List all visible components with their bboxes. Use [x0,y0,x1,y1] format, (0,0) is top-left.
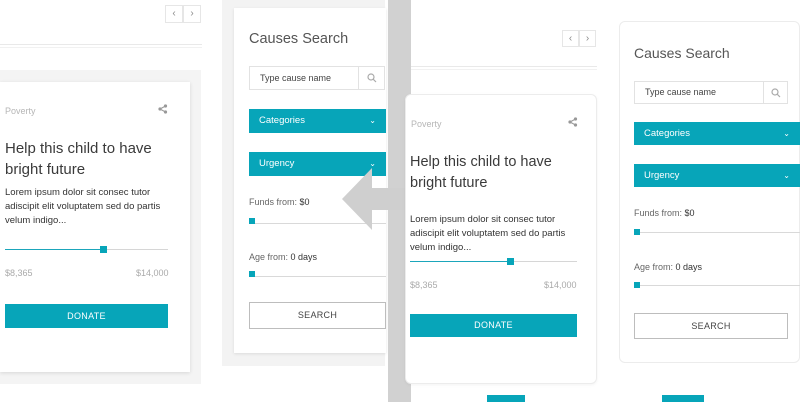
goal-amount: $14,000 [136,268,169,278]
share-icon[interactable] [568,117,578,130]
cause-description: Lorem ipsum dolor sit consec tutor adisc… [410,214,566,253]
section-divider [0,44,202,45]
carousel-nav-right: ‹ › [562,30,596,47]
search-button[interactable]: SEARCH [249,302,386,329]
funds-value: $0 [299,197,310,207]
section-divider [411,66,597,67]
categories-label: Categories [259,115,305,126]
prev-arrow-button[interactable]: ‹ [562,30,579,47]
cause-description: Lorem ipsum dolor sit consec tutor adisc… [5,187,161,226]
funds-label-text: Funds from: [634,208,683,218]
section-divider-shadow [0,47,202,48]
urgency-dropdown[interactable]: Urgency ⌄ [634,164,800,187]
share-icon[interactable] [158,104,168,117]
chevron-down-icon: ⌄ [783,171,790,180]
age-filter-label: Age from: 0 days [249,252,317,262]
search-icon[interactable] [358,67,384,89]
donate-button[interactable]: DONATE [410,314,577,337]
prev-arrow-button[interactable]: ‹ [165,5,183,23]
chevron-down-icon: ⌄ [369,116,376,125]
search-button[interactable]: SEARCH [634,313,788,339]
funds-slider-handle[interactable] [634,229,640,235]
age-value: 0 days [675,262,703,272]
urgency-label: Urgency [259,158,295,169]
section-divider-shadow [411,69,597,70]
funds-slider-handle[interactable] [249,218,255,224]
age-slider-handle[interactable] [634,282,640,288]
search-placeholder: Type cause name [645,87,717,97]
age-slider-handle[interactable] [249,271,255,277]
progress-knob [507,258,515,265]
search-panel: Causes Search Type cause name Categories… [619,21,800,363]
funding-progress-bar [5,246,168,253]
categories-dropdown[interactable]: Categories ⌄ [634,122,800,145]
age-filter-label: Age from: 0 days [634,262,702,272]
funds-label-text: Funds from: [249,197,298,207]
cause-card-zoomed: Poverty Help this child to have bright f… [0,82,190,372]
funds-value: $0 [684,208,695,218]
cause-search-input[interactable]: Type cause name [249,66,385,90]
cause-card: Poverty Help this child to have bright f… [405,94,597,384]
age-slider-track[interactable] [634,285,800,286]
goal-amount: $14,000 [544,280,577,290]
cause-title[interactable]: Help this child to have bright future [5,138,175,180]
progress-knob [99,246,107,253]
footer-decoration [487,395,525,402]
age-slider-track[interactable] [249,276,386,277]
footer-decoration [662,395,704,402]
search-panel-title: Causes Search [634,45,730,61]
carousel-nav-left: ‹ › [165,5,201,23]
categories-dropdown[interactable]: Categories ⌄ [249,109,386,133]
raised-amount: $8,365 [5,268,33,278]
urgency-label: Urgency [644,170,680,181]
cause-category: Poverty [5,106,36,116]
funding-progress-bar [410,258,577,265]
chevron-down-icon: ⌄ [783,129,790,138]
search-icon[interactable] [763,82,787,103]
categories-label: Categories [644,128,690,139]
next-arrow-button[interactable]: › [183,5,201,23]
age-value: 0 days [290,252,318,262]
cause-search-input[interactable]: Type cause name [634,81,788,104]
age-label-text: Age from: [249,252,289,262]
raised-amount: $8,365 [410,280,438,290]
cause-title[interactable]: Help this child to have bright future [410,152,580,194]
search-panel-title: Causes Search [249,31,349,47]
funds-slider-track[interactable] [634,232,800,233]
donate-button[interactable]: DONATE [5,304,168,328]
funds-filter-label: Funds from: $0 [249,197,310,207]
next-arrow-button[interactable]: › [579,30,596,47]
funds-filter-label: Funds from: $0 [634,208,695,218]
comparison-stage: ‹ › Poverty Help this child to have brig… [0,0,800,402]
cause-category: Poverty [411,119,442,129]
progress-fill [410,261,511,262]
progress-fill [5,249,103,250]
search-placeholder: Type cause name [260,73,332,83]
age-label-text: Age from: [634,262,674,272]
